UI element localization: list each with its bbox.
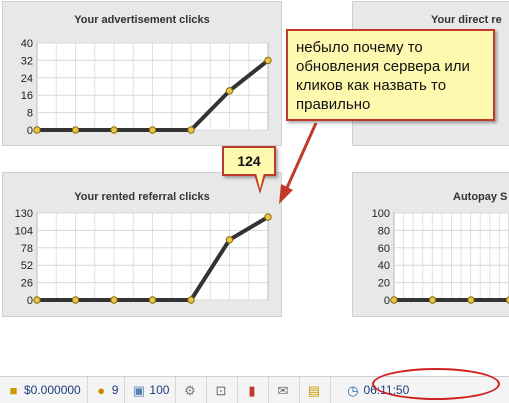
annotation-arrow	[279, 122, 318, 204]
mail-item[interactable]: ✉	[269, 377, 301, 403]
cart-item[interactable]: ⊡	[207, 377, 239, 403]
rented-users-icon: ▣	[132, 382, 146, 398]
annotation-callout: 124	[222, 146, 276, 176]
stats-icon: ▮	[248, 382, 256, 398]
money-icon: ■	[9, 382, 18, 398]
direct-refs-value: 9	[111, 383, 119, 397]
clock-item: ◷ 06:11:50	[331, 377, 415, 403]
direct-refs-item[interactable]: ● 9	[88, 377, 126, 403]
settings-item[interactable]: ⚙	[176, 377, 208, 403]
users-icon: ●	[97, 382, 106, 398]
callout-tail-inner	[256, 173, 264, 189]
rented-refs-item[interactable]: ▣ 100	[125, 377, 177, 403]
mail-icon: ✉	[277, 382, 289, 398]
lock-item[interactable]: ▤	[300, 377, 332, 403]
arrow-head	[279, 184, 293, 204]
gear-icon: ⚙	[184, 382, 196, 398]
status-bar: ■ $0.000000 ● 9 ▣ 100 ⚙ ⊡ ▮ ✉ ▤ ◷ 06:11:…	[0, 376, 509, 403]
rented-refs-value: 100	[149, 383, 170, 397]
lock-icon: ▤	[307, 382, 321, 398]
stats-item[interactable]: ▮	[238, 377, 270, 403]
clock-value: 06:11:50	[363, 383, 410, 397]
cart-icon: ⊡	[215, 382, 227, 398]
clock-icon: ◷	[347, 382, 359, 398]
arrow-line	[284, 122, 318, 191]
balance-value: $0.000000	[24, 383, 81, 397]
balance-item[interactable]: ■ $0.000000	[0, 377, 88, 403]
